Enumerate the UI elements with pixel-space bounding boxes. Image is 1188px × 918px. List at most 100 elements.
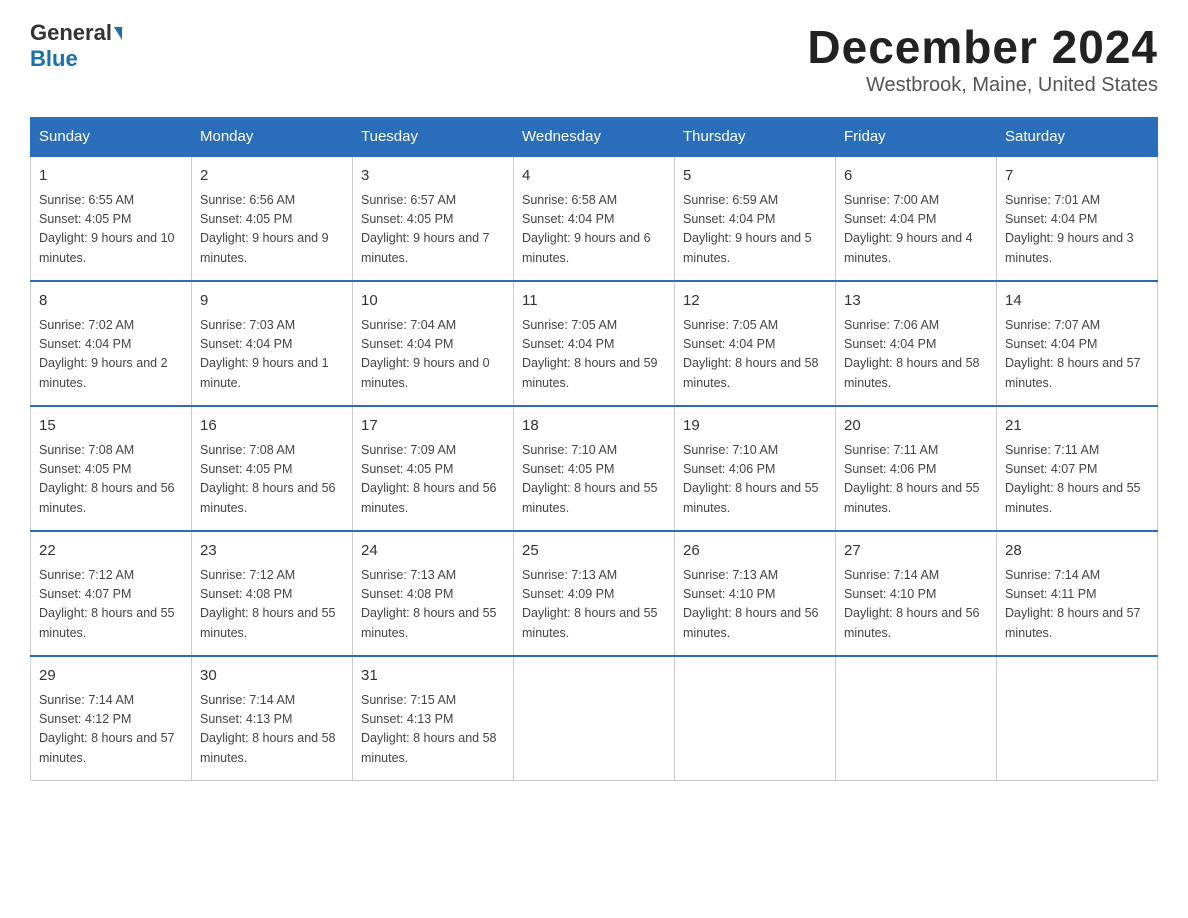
day-info: Sunrise: 6:57 AMSunset: 4:05 PMDaylight:… — [361, 191, 505, 269]
day-cell-25: 25 Sunrise: 7:13 AMSunset: 4:09 PMDayligh… — [514, 531, 675, 656]
day-cell-15: 15 Sunrise: 7:08 AMSunset: 4:05 PMDayligh… — [31, 406, 192, 531]
day-cell-9: 9 Sunrise: 7:03 AMSunset: 4:04 PMDaylight… — [192, 281, 353, 406]
day-number: 18 — [522, 415, 666, 438]
day-info: Sunrise: 7:05 AMSunset: 4:04 PMDaylight:… — [522, 316, 666, 394]
logo: General Blue — [30, 20, 122, 72]
day-info: Sunrise: 6:55 AMSunset: 4:05 PMDaylight:… — [39, 191, 183, 269]
day-cell-29: 29 Sunrise: 7:14 AMSunset: 4:12 PMDayligh… — [31, 656, 192, 781]
day-cell-30: 30 Sunrise: 7:14 AMSunset: 4:13 PMDayligh… — [192, 656, 353, 781]
week-row-2: 8 Sunrise: 7:02 AMSunset: 4:04 PMDaylight… — [31, 281, 1158, 406]
day-cell-28: 28 Sunrise: 7:14 AMSunset: 4:11 PMDayligh… — [997, 531, 1158, 656]
day-info: Sunrise: 7:15 AMSunset: 4:13 PMDaylight:… — [361, 691, 505, 769]
day-cell-23: 23Sunrise: 7:12 AMSunset: 4:08 PMDayligh… — [192, 531, 353, 656]
day-number: 10 — [361, 290, 505, 313]
day-info: Sunrise: 7:10 AMSunset: 4:05 PMDaylight:… — [522, 441, 666, 519]
day-cell-11: 11 Sunrise: 7:05 AMSunset: 4:04 PMDayligh… — [514, 281, 675, 406]
week-row-4: 22Sunrise: 7:12 AMSunset: 4:07 PMDayligh… — [31, 531, 1158, 656]
day-info: Sunrise: 7:12 AMSunset: 4:07 PMDaylight:… — [39, 566, 183, 644]
day-cell-7: 7 Sunrise: 7:01 AMSunset: 4:04 PMDaylight… — [997, 156, 1158, 281]
day-info: Sunrise: 7:13 AMSunset: 4:10 PMDaylight:… — [683, 566, 827, 644]
logo-text-blue: Blue — [30, 46, 78, 71]
day-info: Sunrise: 7:02 AMSunset: 4:04 PMDaylight:… — [39, 316, 183, 394]
day-number: 28 — [1005, 540, 1149, 563]
calendar-table: SundayMondayTuesdayWednesdayThursdayFrid… — [30, 117, 1158, 781]
day-number: 13 — [844, 290, 988, 313]
day-info: Sunrise: 7:13 AMSunset: 4:08 PMDaylight:… — [361, 566, 505, 644]
day-number: 5 — [683, 165, 827, 188]
header-day-wednesday: Wednesday — [514, 118, 675, 157]
day-cell-21: 21 Sunrise: 7:11 AMSunset: 4:07 PMDayligh… — [997, 406, 1158, 531]
day-info: Sunrise: 7:09 AMSunset: 4:05 PMDaylight:… — [361, 441, 505, 519]
day-number: 15 — [39, 415, 183, 438]
day-number: 20 — [844, 415, 988, 438]
day-info: Sunrise: 7:10 AMSunset: 4:06 PMDaylight:… — [683, 441, 827, 519]
empty-cell — [836, 656, 997, 781]
day-number: 26 — [683, 540, 827, 563]
day-info: Sunrise: 7:14 AMSunset: 4:12 PMDaylight:… — [39, 691, 183, 769]
day-cell-1: 1Sunrise: 6:55 AMSunset: 4:05 PMDaylight… — [31, 156, 192, 281]
day-cell-20: 20 Sunrise: 7:11 AMSunset: 4:06 PMDayligh… — [836, 406, 997, 531]
day-number: 17 — [361, 415, 505, 438]
header-day-thursday: Thursday — [675, 118, 836, 157]
day-number: 27 — [844, 540, 988, 563]
day-number: 30 — [200, 665, 344, 688]
empty-cell — [514, 656, 675, 781]
day-info: Sunrise: 7:12 AMSunset: 4:08 PMDaylight:… — [200, 566, 344, 644]
day-cell-31: 31 Sunrise: 7:15 AMSunset: 4:13 PMDayligh… — [353, 656, 514, 781]
day-cell-13: 13 Sunrise: 7:06 AMSunset: 4:04 PMDayligh… — [836, 281, 997, 406]
day-cell-17: 17 Sunrise: 7:09 AMSunset: 4:05 PMDayligh… — [353, 406, 514, 531]
header-day-monday: Monday — [192, 118, 353, 157]
day-number: 6 — [844, 165, 988, 188]
day-info: Sunrise: 7:13 AMSunset: 4:09 PMDaylight:… — [522, 566, 666, 644]
header-day-tuesday: Tuesday — [353, 118, 514, 157]
day-info: Sunrise: 6:56 AMSunset: 4:05 PMDaylight:… — [200, 191, 344, 269]
day-number: 24 — [361, 540, 505, 563]
day-cell-5: 5 Sunrise: 6:59 AMSunset: 4:04 PMDaylight… — [675, 156, 836, 281]
week-row-5: 29 Sunrise: 7:14 AMSunset: 4:12 PMDayligh… — [31, 656, 1158, 781]
day-number: 2 — [200, 165, 344, 188]
day-number: 3 — [361, 165, 505, 188]
day-info: Sunrise: 7:00 AMSunset: 4:04 PMDaylight:… — [844, 191, 988, 269]
day-number: 19 — [683, 415, 827, 438]
day-info: Sunrise: 7:03 AMSunset: 4:04 PMDaylight:… — [200, 316, 344, 394]
day-cell-24: 24 Sunrise: 7:13 AMSunset: 4:08 PMDayligh… — [353, 531, 514, 656]
day-info: Sunrise: 7:11 AMSunset: 4:07 PMDaylight:… — [1005, 441, 1149, 519]
calendar-subtitle: Westbrook, Maine, United States — [807, 74, 1158, 97]
logo-triangle-icon — [114, 27, 122, 40]
day-cell-27: 27 Sunrise: 7:14 AMSunset: 4:10 PMDayligh… — [836, 531, 997, 656]
day-info: Sunrise: 7:08 AMSunset: 4:05 PMDaylight:… — [39, 441, 183, 519]
day-number: 29 — [39, 665, 183, 688]
day-number: 9 — [200, 290, 344, 313]
day-number: 14 — [1005, 290, 1149, 313]
day-info: Sunrise: 7:06 AMSunset: 4:04 PMDaylight:… — [844, 316, 988, 394]
calendar-header-row: SundayMondayTuesdayWednesdayThursdayFrid… — [31, 118, 1158, 157]
day-info: Sunrise: 7:11 AMSunset: 4:06 PMDaylight:… — [844, 441, 988, 519]
day-number: 25 — [522, 540, 666, 563]
day-number: 8 — [39, 290, 183, 313]
day-cell-10: 10Sunrise: 7:04 AMSunset: 4:04 PMDayligh… — [353, 281, 514, 406]
day-cell-2: 2 Sunrise: 6:56 AMSunset: 4:05 PMDaylight… — [192, 156, 353, 281]
day-info: Sunrise: 7:08 AMSunset: 4:05 PMDaylight:… — [200, 441, 344, 519]
day-number: 21 — [1005, 415, 1149, 438]
calendar-title: December 2024 — [807, 20, 1158, 74]
header-day-friday: Friday — [836, 118, 997, 157]
empty-cell — [997, 656, 1158, 781]
day-number: 4 — [522, 165, 666, 188]
day-number: 31 — [361, 665, 505, 688]
page-header: General Blue December 2024 Westbrook, Ma… — [30, 20, 1158, 97]
day-number: 11 — [522, 290, 666, 313]
day-info: Sunrise: 7:14 AMSunset: 4:13 PMDaylight:… — [200, 691, 344, 769]
day-cell-3: 3 Sunrise: 6:57 AMSunset: 4:05 PMDaylight… — [353, 156, 514, 281]
day-number: 7 — [1005, 165, 1149, 188]
day-info: Sunrise: 7:14 AMSunset: 4:11 PMDaylight:… — [1005, 566, 1149, 644]
day-info: Sunrise: 7:14 AMSunset: 4:10 PMDaylight:… — [844, 566, 988, 644]
week-row-1: 1Sunrise: 6:55 AMSunset: 4:05 PMDaylight… — [31, 156, 1158, 281]
header-day-saturday: Saturday — [997, 118, 1158, 157]
day-cell-18: 18 Sunrise: 7:10 AMSunset: 4:05 PMDayligh… — [514, 406, 675, 531]
empty-cell — [675, 656, 836, 781]
day-info: Sunrise: 7:07 AMSunset: 4:04 PMDaylight:… — [1005, 316, 1149, 394]
day-info: Sunrise: 7:01 AMSunset: 4:04 PMDaylight:… — [1005, 191, 1149, 269]
day-cell-19: 19 Sunrise: 7:10 AMSunset: 4:06 PMDayligh… — [675, 406, 836, 531]
day-cell-14: 14 Sunrise: 7:07 AMSunset: 4:04 PMDayligh… — [997, 281, 1158, 406]
day-info: Sunrise: 6:59 AMSunset: 4:04 PMDaylight:… — [683, 191, 827, 269]
